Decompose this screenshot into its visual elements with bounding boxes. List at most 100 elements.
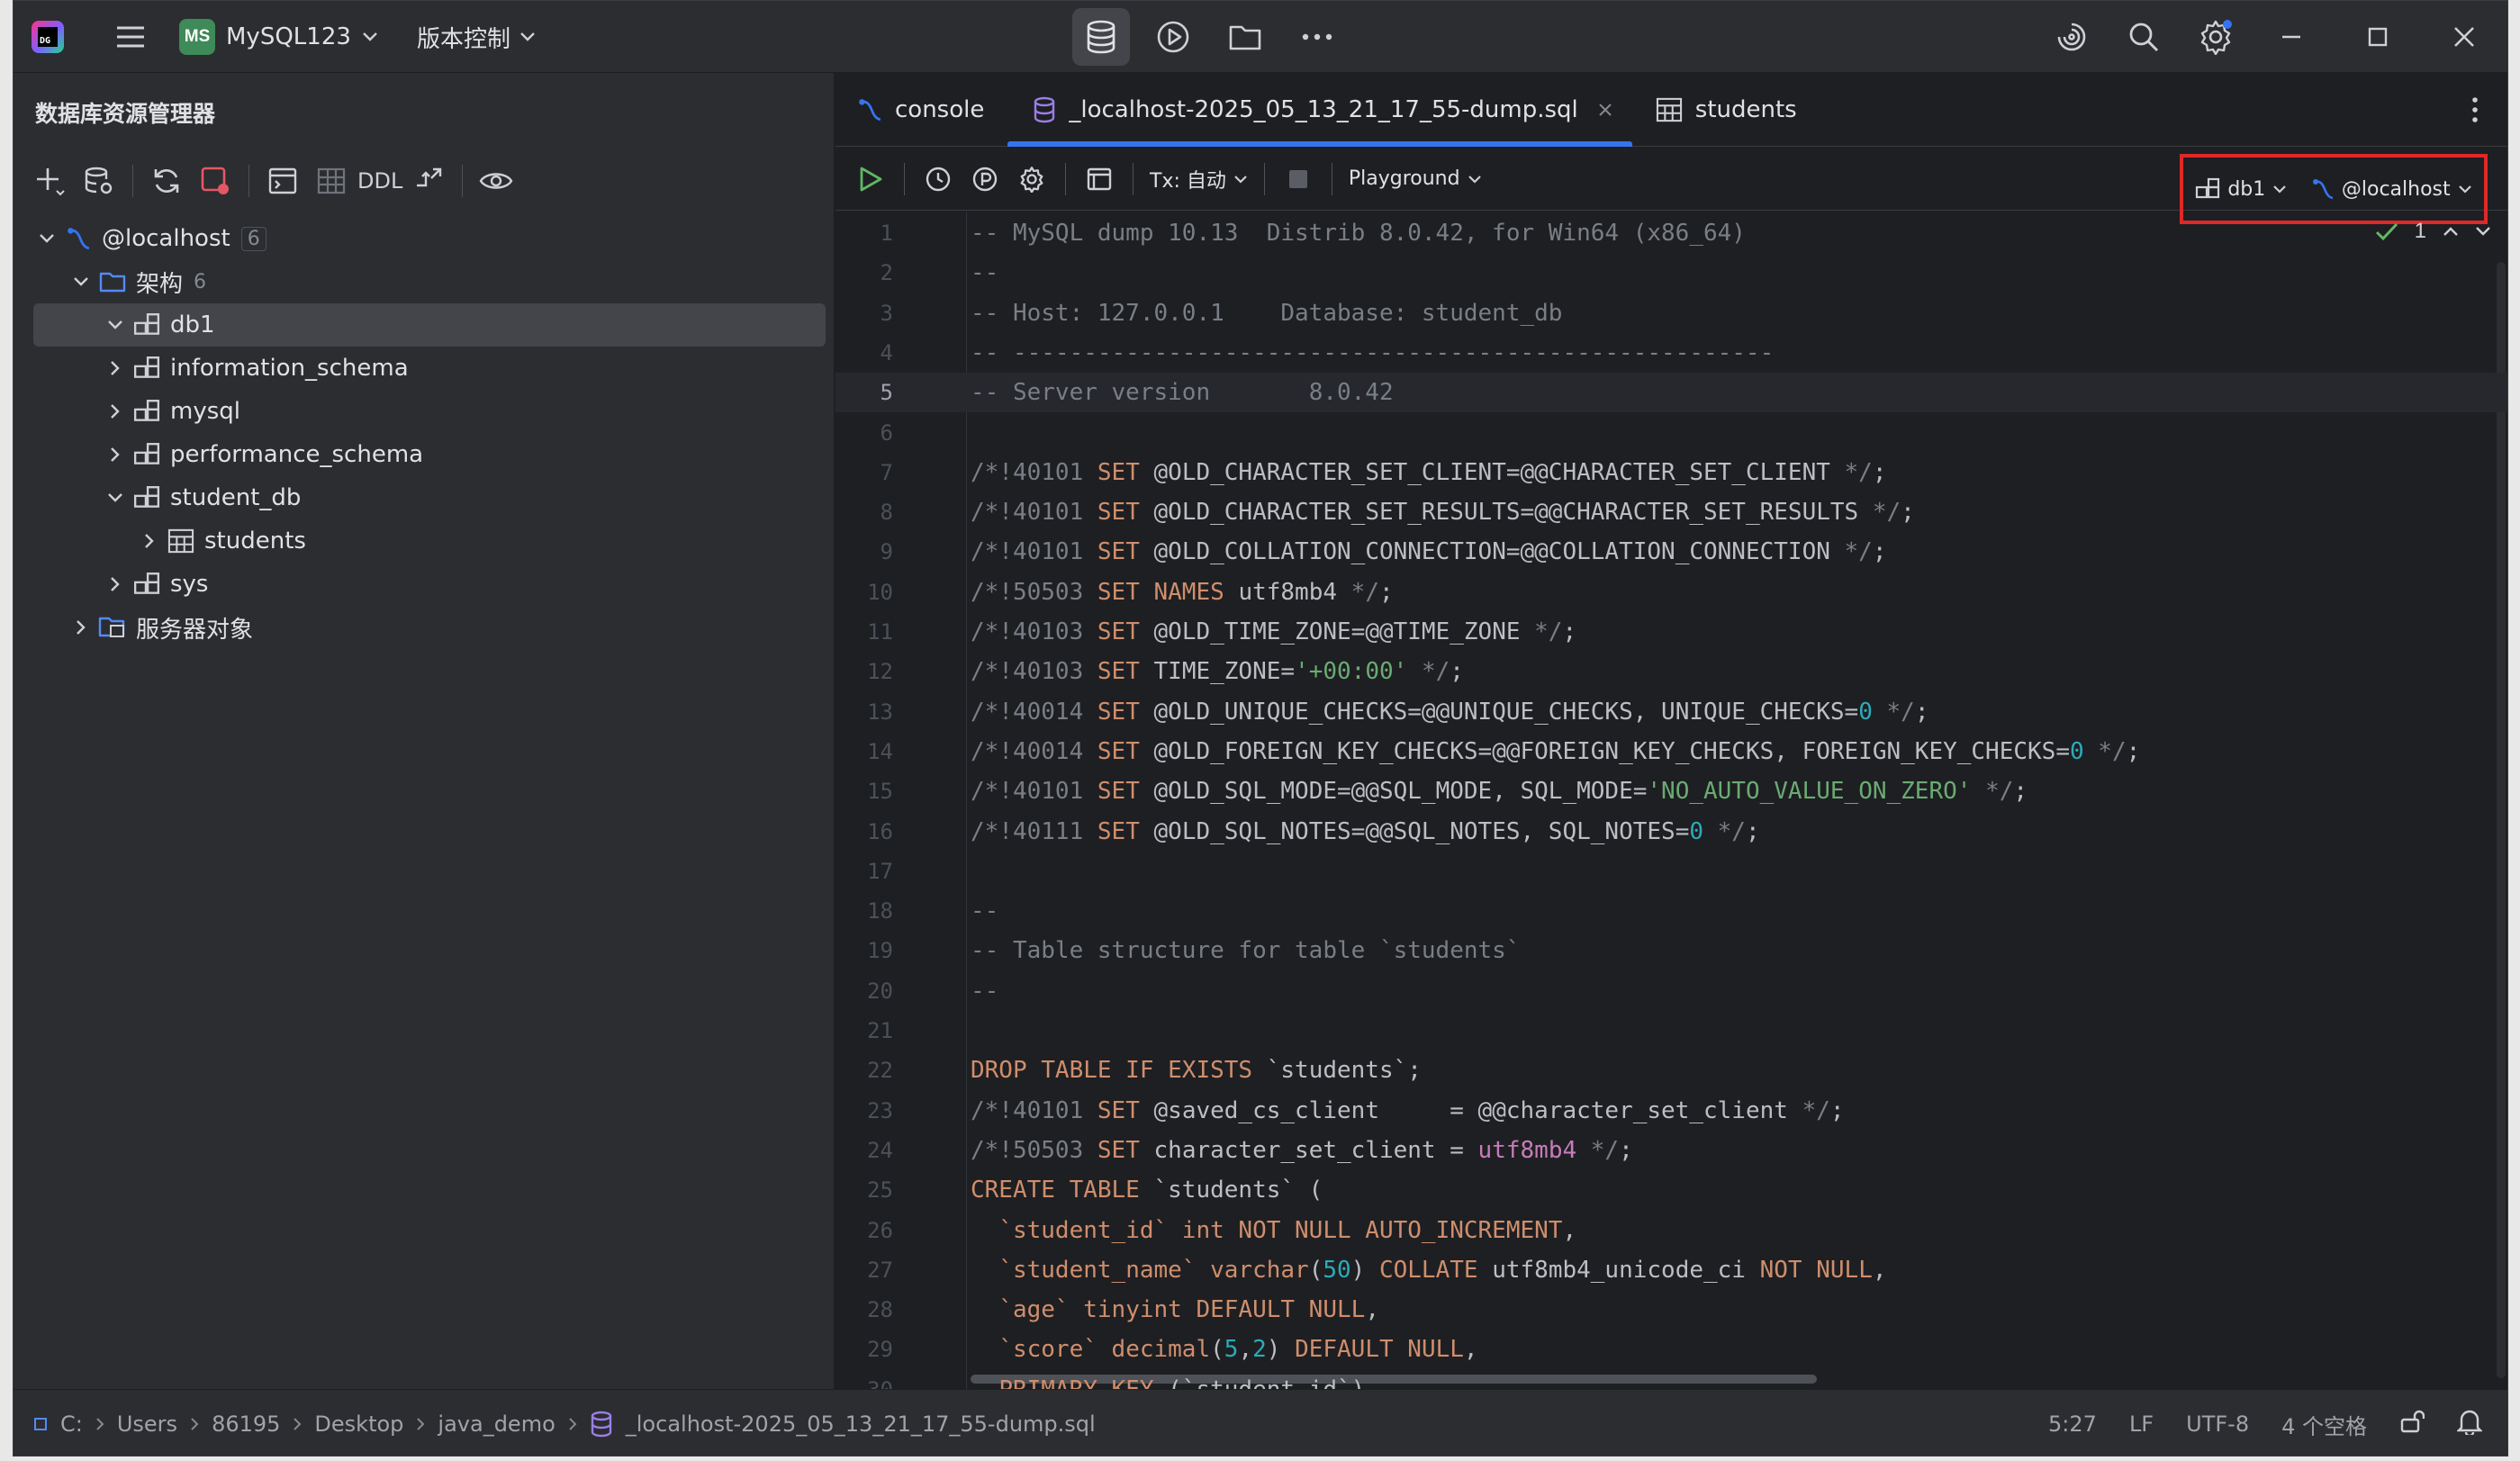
breadcrumb-item[interactable]: java_demo <box>438 1411 555 1437</box>
code-token: -- <box>971 259 999 287</box>
playground-dropdown[interactable]: Playground <box>1345 157 1486 202</box>
editor-tab[interactable]: console <box>835 73 1007 146</box>
line-number: 5 <box>880 380 893 406</box>
close-tab-icon[interactable] <box>1598 97 1612 122</box>
vcs-menu[interactable]: 版本控制 <box>417 1 536 73</box>
hamburger-icon <box>117 26 144 48</box>
view-options-button[interactable] <box>474 158 519 204</box>
services-button[interactable] <box>1144 8 1202 66</box>
breadcrumb-item[interactable]: Desktop <box>314 1411 403 1437</box>
line-number: 15 <box>867 779 893 805</box>
editor-tab[interactable]: _localhost-2025_05_13_21_17_55-dump.sql <box>1007 73 1633 147</box>
explain-plan-button[interactable] <box>964 157 1006 202</box>
app-logo[interactable]: DG <box>32 1 71 73</box>
close-window-button[interactable] <box>2421 1 2507 73</box>
tree-item[interactable]: sys <box>33 563 826 606</box>
settings-button[interactable] <box>1011 157 1052 202</box>
caret-position[interactable]: 5:27 <box>2048 1411 2097 1437</box>
transaction-mode-dropdown[interactable]: Tx: 自动 <box>1146 157 1251 202</box>
chevron-right-icon[interactable] <box>102 390 129 433</box>
code-line: 12 /*!40103 SET TIME_ZONE='+00:00' */; <box>835 652 2507 691</box>
tabs-more-button[interactable] <box>2453 73 2497 147</box>
table-editor-button[interactable] <box>309 158 354 204</box>
code-line: 9 /*!40101 SET @OLD_COLLATION_CONNECTION=… <box>835 532 2507 572</box>
refresh-button[interactable] <box>144 158 189 204</box>
query-console-button[interactable] <box>260 158 305 204</box>
chevron-right-icon[interactable] <box>136 519 163 563</box>
settings-button[interactable] <box>2187 8 2245 66</box>
code-token: PRIMARY KEY <box>998 1376 1168 1389</box>
code-line: 25 CREATE TABLE `students` ( <box>835 1170 2507 1210</box>
main-menu-button[interactable] <box>105 1 156 73</box>
code-text: -- Table structure for table `students` <box>971 937 1520 964</box>
toolbar-separator <box>1065 162 1066 195</box>
file-encoding[interactable]: UTF-8 <box>2186 1411 2249 1437</box>
table-icon <box>163 519 199 563</box>
read-only-toggle[interactable] <box>2399 1409 2425 1439</box>
tree-item[interactable]: information_schema <box>33 347 826 390</box>
chevron-right-icon[interactable] <box>102 433 129 476</box>
tree-item-label: performance_schema <box>170 441 424 468</box>
breadcrumb-item[interactable]: Users <box>117 1411 177 1437</box>
add-button[interactable] <box>28 158 73 204</box>
code-text: -- Server version 8.0.42 <box>971 379 1394 406</box>
chevron-right-icon[interactable] <box>68 606 95 649</box>
project-selector[interactable]: MS MySQL123 <box>179 1 378 73</box>
breadcrumb-item[interactable]: _localhost-2025_05_13_21_17_55-dump.sql <box>626 1411 1096 1437</box>
datasource-properties-button[interactable] <box>77 158 122 204</box>
breadcrumb-item[interactable]: 86195 <box>212 1411 280 1437</box>
tree-item[interactable]: 架构 6 <box>33 260 826 303</box>
tree-item[interactable]: student_db <box>33 476 826 519</box>
line-number: 4 <box>880 339 893 365</box>
schema-label: db1 <box>2227 177 2266 201</box>
ai-assistant-button[interactable] <box>2043 8 2100 66</box>
minimize-button[interactable] <box>2248 1 2335 73</box>
maximize-button[interactable] <box>2335 1 2421 73</box>
right-toolbar <box>2043 1 2245 73</box>
code-token: NOT NULL <box>1759 1256 1873 1284</box>
line-ending[interactable]: LF <box>2129 1411 2154 1437</box>
code-token: */ <box>1872 499 1901 527</box>
chevron-down-icon[interactable] <box>102 303 129 347</box>
more-tools-button[interactable] <box>1288 8 1346 66</box>
sql-file-icon <box>1033 96 1056 123</box>
tree-item[interactable]: students <box>33 519 826 563</box>
jump-to-source-button[interactable] <box>406 158 451 204</box>
toolbar-separator <box>248 165 249 197</box>
stop-button[interactable] <box>1278 157 1319 202</box>
code-line: 3 -- Host: 127.0.0.1 Database: student_db <box>835 293 2507 333</box>
code-token: ; <box>1745 817 1760 845</box>
search-everywhere-button[interactable] <box>2115 8 2172 66</box>
history-button[interactable] <box>917 157 959 202</box>
editor-tab[interactable]: students <box>1632 73 1820 146</box>
chevron-down-icon[interactable] <box>33 217 60 260</box>
tree-item[interactable]: @localhost 6 <box>33 217 826 260</box>
breadcrumb-item[interactable]: C: <box>60 1411 83 1437</box>
chevron-right-icon[interactable] <box>102 563 129 606</box>
execute-button[interactable] <box>850 157 891 202</box>
tree-item-label: students <box>204 528 306 555</box>
code-editor[interactable]: 1 1 -- MySQL dump 10.13 Distrib 8.0.42, f… <box>835 212 2507 1389</box>
schema-selector[interactable]: db1 <box>2195 177 2287 201</box>
files-button[interactable] <box>1216 8 1274 66</box>
ddl-button[interactable]: DDL <box>357 158 402 204</box>
tree-item[interactable]: mysql <box>33 390 826 433</box>
chevron-down-icon[interactable] <box>68 260 95 303</box>
notifications-button[interactable] <box>2456 1408 2483 1440</box>
toolbar-separator <box>462 165 464 197</box>
datasource-selector[interactable]: @localhost <box>2311 177 2472 201</box>
chevron-right-icon[interactable] <box>102 347 129 390</box>
tree-item-label: mysql <box>170 398 240 425</box>
indent-setting[interactable]: 4 个空格 <box>2281 1409 2367 1440</box>
tree-item-label: sys <box>170 571 209 598</box>
tree-item[interactable]: 服务器对象 <box>33 606 826 649</box>
tree-item[interactable]: performance_schema <box>33 433 826 476</box>
database-explorer-button[interactable] <box>1072 8 1130 66</box>
chevron-down-icon[interactable] <box>102 476 129 519</box>
disconnect-button[interactable] <box>193 158 238 204</box>
chevron-down-icon <box>1234 175 1247 184</box>
line-number: 29 <box>867 1337 893 1363</box>
tree-item[interactable]: db1 <box>33 303 826 347</box>
output-layout-button[interactable] <box>1079 157 1120 202</box>
